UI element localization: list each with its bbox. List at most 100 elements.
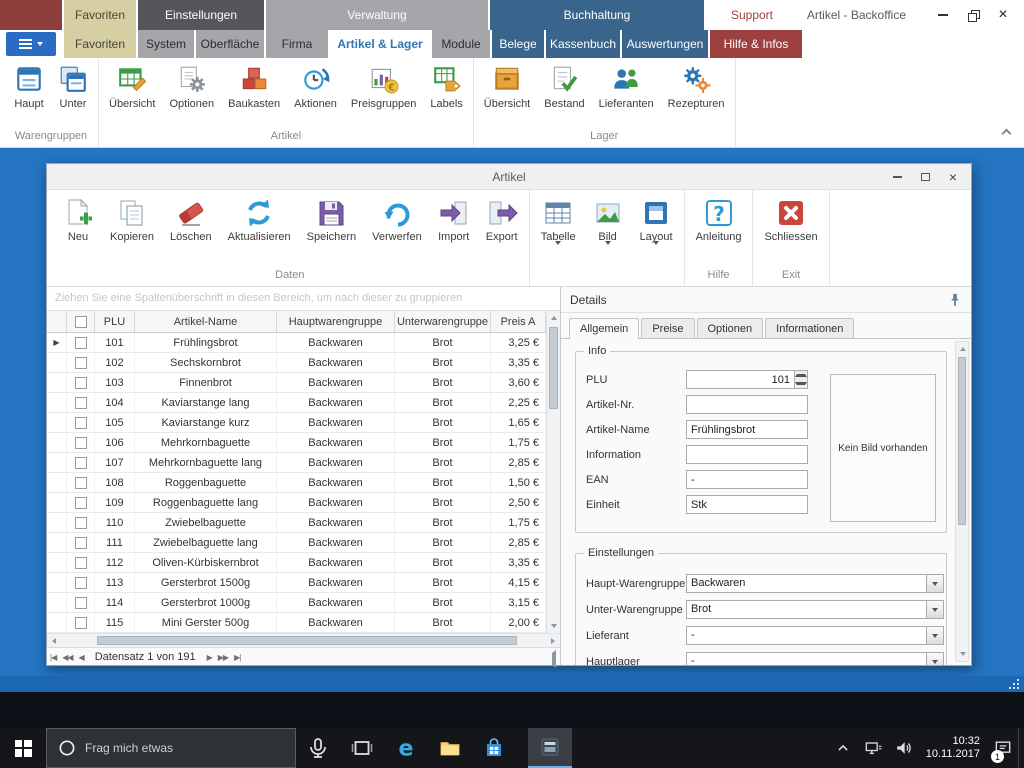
volume-button[interactable]: [888, 728, 918, 768]
scroll-up-button[interactable]: [547, 311, 560, 325]
combo-unter-warengruppe[interactable]: Brot: [686, 600, 944, 619]
details-tab-preise[interactable]: Preise: [641, 318, 694, 338]
ribbon-button-artikel-optionen[interactable]: Optionen: [162, 58, 221, 110]
ribbon-button-artikel-aktionen[interactable]: Aktionen: [287, 58, 344, 110]
backoffice-app-button[interactable]: [528, 728, 572, 768]
ribbon-button-artikel-baukasten[interactable]: Baukasten: [221, 58, 287, 110]
edge-button[interactable]: e: [384, 728, 428, 768]
ribbon-collapse-button[interactable]: [998, 125, 1014, 139]
grid-horizontal-scrollbar[interactable]: [47, 633, 560, 647]
ribbon-button-lager-rezepturen[interactable]: Rezepturen: [661, 58, 732, 110]
row-checkbox[interactable]: [75, 577, 87, 589]
combo-haupt-warengruppe[interactable]: Backwaren: [686, 574, 944, 593]
store-button[interactable]: [472, 728, 516, 768]
toolbar-button-aktualisieren[interactable]: Aktualisieren: [220, 190, 299, 243]
row-select-cell[interactable]: [67, 573, 95, 592]
grid-row-108[interactable]: 108RoggenbaguetteBackwarenBrot1,50 €: [47, 473, 546, 493]
nav-next-page-button[interactable]: ▶▶: [215, 653, 231, 662]
row-select-cell[interactable]: [67, 373, 95, 392]
ribbon-tab-oberfl-che[interactable]: Oberfläche: [196, 30, 264, 58]
nav-last-button[interactable]: ▶|: [231, 653, 243, 662]
ribbon-button-lager-bersicht[interactable]: Übersicht: [477, 58, 537, 110]
toolbar-button-schliessen[interactable]: Schliessen: [756, 190, 825, 243]
artikel-close-button[interactable]: ×: [939, 167, 967, 187]
scroll-down-button[interactable]: [956, 647, 970, 661]
row-select-cell[interactable]: [67, 473, 95, 492]
row-select-cell[interactable]: [67, 533, 95, 552]
details-tab-informationen[interactable]: Informationen: [765, 318, 854, 338]
toolbar-button-import[interactable]: Import: [430, 190, 478, 243]
row-select-cell[interactable]: [67, 393, 95, 412]
details-tab-optionen[interactable]: Optionen: [697, 318, 764, 338]
grid-header-unter[interactable]: Unterwarengruppe: [395, 311, 491, 332]
ribbon-button-artikel-bersicht[interactable]: Übersicht: [102, 58, 162, 110]
microphone-button[interactable]: [296, 728, 340, 768]
taskbar-clock[interactable]: 10:32 10.11.2017: [918, 728, 988, 768]
scroll-up-button[interactable]: [956, 342, 970, 356]
grid-header-plu[interactable]: PLU: [95, 311, 135, 332]
row-select-cell[interactable]: [67, 333, 95, 352]
toolbar-button-l-schen[interactable]: Löschen: [162, 190, 220, 243]
row-checkbox[interactable]: [75, 617, 87, 629]
ribbon-tab-auswertungen[interactable]: Auswertungen: [622, 30, 708, 58]
row-checkbox[interactable]: [75, 597, 87, 609]
nav-next-button[interactable]: ▶: [204, 653, 215, 662]
grid-header-preis[interactable]: Preis A: [491, 311, 546, 332]
grid-row-104[interactable]: 104Kaviarstange langBackwarenBrot2,25 €: [47, 393, 546, 413]
row-select-cell[interactable]: [67, 353, 95, 372]
tray-expand-button[interactable]: [828, 728, 858, 768]
row-select-cell[interactable]: [67, 453, 95, 472]
row-select-cell[interactable]: [67, 593, 95, 612]
scroll-right-button[interactable]: [546, 634, 560, 648]
ribbon-tab-hilfe-infos[interactable]: Hilfe & Infos: [710, 30, 802, 58]
scroll-down-button[interactable]: [547, 619, 560, 633]
grid-row-101[interactable]: ▶101FrühlingsbrotBackwarenBrot3,25 €: [47, 333, 546, 353]
row-select-cell[interactable]: [67, 413, 95, 432]
header-checkbox[interactable]: [75, 316, 87, 328]
pin-icon[interactable]: [948, 293, 962, 307]
ribbon-button-warengruppen-haupt[interactable]: Haupt: [7, 58, 51, 110]
field-input-artikel-name[interactable]: Frühlingsbrot: [686, 420, 808, 439]
row-checkbox[interactable]: [75, 337, 87, 349]
combo-lieferant[interactable]: -: [686, 626, 944, 645]
ribbon-tab-kassenbuch[interactable]: Kassenbuch: [546, 30, 620, 58]
toolbar-button-tabelle[interactable]: Tabelle: [533, 190, 584, 257]
row-checkbox[interactable]: [75, 497, 87, 509]
grid-row-110[interactable]: 110ZwiebelbaguetteBackwarenBrot1,75 €: [47, 513, 546, 533]
field-input-plu[interactable]: 101: [686, 370, 795, 389]
toolbar-button-speichern[interactable]: Speichern: [299, 190, 365, 243]
ribbon-button-warengruppen-unter[interactable]: Unter: [51, 58, 95, 110]
spinner-up-icon[interactable]: [795, 371, 807, 380]
nav-prev-page-button[interactable]: ◀◀: [59, 653, 75, 662]
combo-dropdown-button[interactable]: [926, 601, 943, 618]
field-input-einheit[interactable]: Stk: [686, 495, 808, 514]
grid-row-113[interactable]: 113Gersterbrot 1500gBackwarenBrot4,15 €: [47, 573, 546, 593]
toolbar-button-verwerfen[interactable]: Verwerfen: [364, 190, 430, 243]
grid-row-112[interactable]: 112Oliven-KürbiskernbrotBackwarenBrot3,3…: [47, 553, 546, 573]
app-menu-button[interactable]: [6, 32, 56, 56]
grid-row-106[interactable]: 106MehrkornbaguetteBackwarenBrot1,75 €: [47, 433, 546, 453]
ribbon-button-artikel-labels[interactable]: Labels: [423, 58, 469, 110]
taskbar-search[interactable]: Frag mich etwas: [46, 728, 296, 768]
nav-prev-button[interactable]: ◀: [76, 653, 87, 662]
grid-row-115[interactable]: 115Mini Gerster 500gBackwarenBrot2,00 €: [47, 613, 546, 633]
ribbon-button-lager-lieferanten[interactable]: Lieferanten: [592, 58, 661, 110]
toolbar-button-layout[interactable]: Layout: [632, 190, 681, 257]
scroll-left-button[interactable]: [47, 634, 61, 648]
start-button[interactable]: [0, 728, 46, 768]
row-checkbox[interactable]: [75, 437, 87, 449]
ribbon-button-artikel-preisgruppen[interactable]: €Preisgruppen: [344, 58, 423, 110]
grid-row-103[interactable]: 103FinnenbrotBackwarenBrot3,60 €: [47, 373, 546, 393]
grid-row-114[interactable]: 114Gersterbrot 1000gBackwarenBrot3,15 €: [47, 593, 546, 613]
action-center-button[interactable]: 1: [988, 728, 1018, 768]
field-input-ean[interactable]: -: [686, 470, 808, 489]
ribbon-tab-favoriten[interactable]: Favoriten: [64, 30, 136, 58]
toolbar-button-kopieren[interactable]: Kopieren: [102, 190, 162, 243]
toolbar-button-anleitung[interactable]: ?Anleitung: [688, 190, 750, 243]
row-checkbox[interactable]: [75, 417, 87, 429]
grid-vertical-scrollbar[interactable]: [546, 311, 560, 633]
combo-dropdown-button[interactable]: [926, 653, 943, 665]
toolbar-button-bild[interactable]: Bild: [584, 190, 632, 257]
row-select-cell[interactable]: [67, 553, 95, 572]
ribbon-button-lager-bestand[interactable]: Bestand: [537, 58, 591, 110]
